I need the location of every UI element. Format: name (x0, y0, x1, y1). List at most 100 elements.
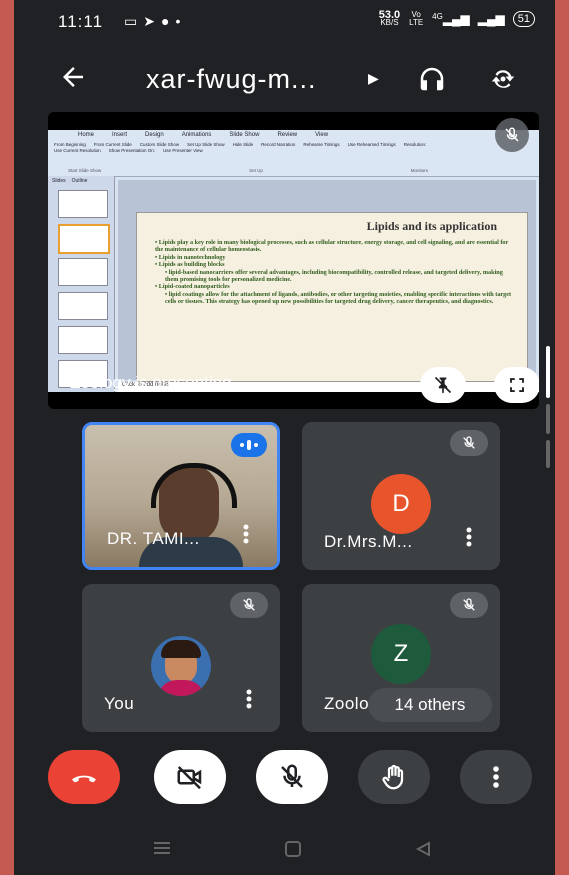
scrollbar[interactable] (546, 346, 550, 398)
raise-hand-button[interactable] (358, 750, 430, 804)
end-call-icon (72, 775, 96, 783)
ribbon-tab: Review (277, 132, 298, 138)
back-icon[interactable] (414, 840, 432, 863)
fullscreen-button[interactable] (494, 367, 539, 403)
ppt-ribbon: Home Insert Design Animations Slide Show Revi… (48, 130, 539, 177)
caret-right-icon[interactable]: ▶ (368, 70, 379, 87)
participant-name: Dr.Mrs.M... (324, 532, 413, 551)
ribbon-item: From Beginning (54, 142, 86, 147)
mic-off-icon (495, 118, 529, 152)
others-count: 14 others (394, 695, 466, 714)
mic-off-icon (281, 764, 303, 788)
battery-indicator: 51 (512, 11, 535, 27)
pane-tabs: Slides Outline (48, 176, 114, 186)
meeting-code[interactable]: xar-fwug-m... (146, 64, 317, 95)
mic-toggle-button[interactable] (256, 750, 328, 804)
participant-name: You (104, 694, 135, 713)
avatar: Z (371, 624, 431, 684)
more-options-button[interactable] (460, 750, 532, 804)
ribbon-item: Set Up Slide Show (187, 142, 225, 147)
fullscreen-icon (510, 378, 524, 392)
screen-record-icon: ▭ (124, 13, 144, 29)
network-speed: 53.0 KB/S (378, 9, 401, 27)
ribbon-group-label: Start Slide Show (68, 168, 102, 173)
volte-icon: Vo LTE (409, 10, 424, 27)
participant-name: DR. TAMI... (107, 529, 200, 548)
unpin-icon (434, 376, 452, 394)
mic-off-icon (450, 430, 488, 456)
participant-tile-speaker[interactable]: DR. TAMI... (82, 422, 280, 570)
back-arrow-icon[interactable] (58, 62, 88, 99)
meet-screen: 11:11 ▭➤●• 53.0 KB/S Vo LTE 4G▂▄▆ ▂▄▆ 51 … (14, 0, 555, 875)
headphones-icon[interactable] (417, 64, 447, 99)
notification-icons: ▭➤●• (124, 13, 186, 30)
ribbon-tab: Slide Show (229, 132, 260, 138)
unpin-button[interactable] (420, 367, 466, 403)
more-vert-icon[interactable] (466, 527, 472, 552)
presentation-tile[interactable]: Home Insert Design Animations Slide Show Revi… (48, 112, 539, 409)
camera-off-icon (177, 766, 202, 790)
profile-photo (151, 636, 211, 696)
slide-bullet: Lipid-coated nanoparticles (155, 283, 515, 290)
slide-title: Lipids and its application (366, 219, 497, 233)
ribbon-item: Use Presenter View (163, 148, 203, 153)
participant-tile[interactable]: D Dr.Mrs.M... (302, 422, 500, 570)
presenter-label: Zoology is presenting (70, 373, 232, 392)
ribbon-items: From Beginning From Current Slide Custom S… (54, 142, 434, 153)
slide-bullet: lipid coatings allow for the attachment … (155, 291, 515, 306)
more-vert-icon[interactable] (243, 524, 249, 549)
home-icon[interactable] (284, 840, 302, 863)
slide-thumbnail (58, 292, 108, 320)
telegram-icon: ➤ (143, 13, 161, 29)
slide-bullet: Lipids as building blocks (155, 261, 515, 268)
meeting-header: xar-fwug-m... ▶ (14, 54, 555, 104)
ribbon-item: Rehearse Timings (303, 142, 340, 147)
end-call-button[interactable] (48, 750, 120, 804)
raise-hand-icon (382, 764, 404, 790)
messenger-icon: ● (160, 13, 176, 29)
recents-icon[interactable] (152, 840, 172, 861)
ribbon-item: Show Presentation On: (108, 148, 156, 153)
ribbon-item: Custom Slide Show (139, 142, 180, 147)
scrollbar-track (546, 404, 550, 434)
ribbon-groups: Start Slide Show Set Up Monitors (68, 168, 428, 173)
slide: Lipids and its application Lipids play a… (136, 212, 528, 382)
status-bar: 11:11 ▭➤●• 53.0 KB/S Vo LTE 4G▂▄▆ ▂▄▆ 51 (14, 0, 555, 44)
slide-canvas: Lipids and its application Lipids play a… (118, 180, 536, 382)
slide-thumbnail (58, 190, 108, 218)
ribbon-item: Hide Slide (232, 142, 254, 147)
ribbon-group-label: Set Up (249, 168, 263, 173)
ribbon-tab: Home (78, 132, 95, 138)
pane-tab: Outline (71, 178, 88, 184)
slide-bullet: lipid-based nanocarriers offer several a… (155, 269, 515, 284)
mic-off-icon (230, 592, 268, 618)
mic-off-icon (450, 592, 488, 618)
participant-tile-self[interactable]: You (82, 584, 280, 732)
clock: 11:11 (58, 12, 104, 31)
slide-thumbnail (58, 224, 110, 254)
participant-tile[interactable]: Z Zoolog 14 others (302, 584, 500, 732)
avatar: D (371, 474, 431, 534)
slide-bullets: Lipids play a key role in many biologica… (155, 239, 515, 306)
ribbon-tab: Design (145, 132, 164, 138)
slide-thumbnail (58, 258, 108, 286)
signal-4g: 4G▂▄▆ (432, 12, 470, 26)
ribbon-item: Use Current Resolution (54, 148, 101, 153)
system-nav-bar (14, 830, 555, 875)
signal-icon: ▂▄▆ (477, 12, 505, 26)
ribbon-group-label: Monitors (410, 168, 428, 173)
ribbon-item: From Current Slide (93, 142, 132, 147)
slide-thumbnail (58, 326, 108, 354)
ribbon-item: Use Rehearsed Timings (347, 142, 396, 147)
camera-switch-icon[interactable] (488, 64, 518, 99)
camera-toggle-button[interactable] (154, 750, 226, 804)
others-chip[interactable]: 14 others (368, 688, 492, 722)
dot-icon: • (175, 13, 187, 29)
more-vert-icon[interactable] (246, 689, 252, 714)
ribbon-item: Record Narration (261, 142, 296, 147)
scrollbar-track (546, 440, 550, 468)
pane-tab: Slides (52, 178, 66, 184)
ribbon-tab: View (315, 132, 329, 138)
speaking-indicator (231, 433, 267, 457)
call-controls (14, 750, 555, 810)
